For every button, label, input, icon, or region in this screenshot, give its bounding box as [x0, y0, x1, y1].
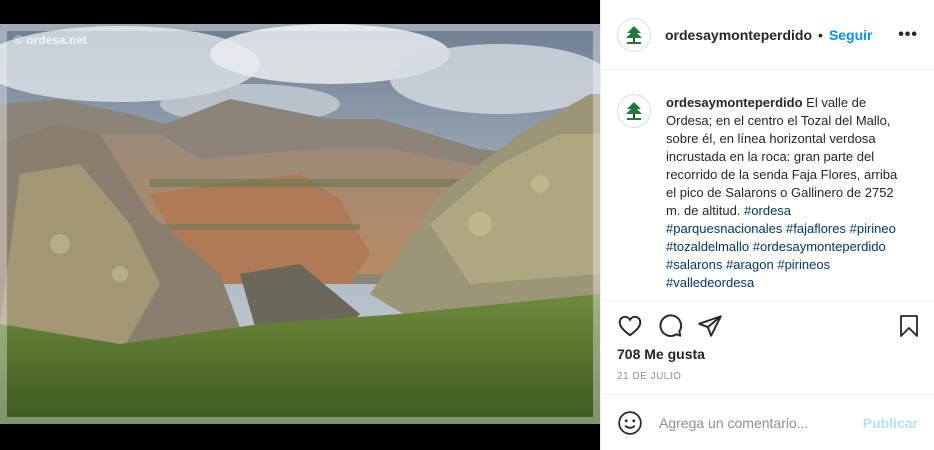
- photo-pane: © ordesa.net: [0, 0, 600, 450]
- caption-body: El valle de Ordesa; en el centro el Toza…: [666, 95, 898, 218]
- heart-icon[interactable]: [617, 313, 643, 339]
- tree-logo-icon: [626, 102, 642, 120]
- header-separator: •: [818, 26, 823, 43]
- post-date: 21 DE JULIO: [617, 371, 682, 382]
- hashtag[interactable]: #tozaldelmallo: [666, 239, 749, 254]
- caption-username[interactable]: ordesaymonteperdido: [666, 95, 803, 110]
- hashtag[interactable]: #ordesa: [744, 203, 791, 218]
- bookmark-icon[interactable]: [897, 313, 921, 339]
- tree-logo-icon: [626, 25, 642, 44]
- caption-text: ordesaymonteperdido El valle de Ordesa; …: [666, 94, 910, 292]
- hashtag[interactable]: #aragon: [726, 257, 774, 272]
- hashtag[interactable]: #ordesaymonteperdido: [753, 239, 886, 254]
- avatar[interactable]: [617, 17, 651, 52]
- more-options-icon[interactable]: •••: [898, 26, 918, 44]
- hashtag[interactable]: #pirineo: [850, 221, 896, 236]
- comment-box: Agrega un comentario... Publicar: [601, 394, 934, 450]
- post-header: ordesaymonteperdido • Seguir •••: [601, 0, 934, 70]
- hashtag[interactable]: #parquesnacionales: [666, 221, 782, 236]
- post-caption: ordesaymonteperdido El valle de Ordesa; …: [617, 94, 918, 292]
- likes-count[interactable]: 708 Me gusta: [617, 346, 705, 362]
- hashtag[interactable]: #salarons: [666, 257, 722, 272]
- follow-button[interactable]: Seguir: [829, 27, 873, 43]
- instagram-post-modal: © ordesa.net ordesaymonteperdido • Segui…: [0, 0, 934, 450]
- hashtag[interactable]: #pirineos: [777, 257, 830, 272]
- photo-watermark: © ordesa.net: [14, 33, 87, 47]
- paper-plane-icon[interactable]: [697, 313, 723, 339]
- publish-button[interactable]: Publicar: [863, 415, 918, 431]
- smiley-icon[interactable]: [617, 410, 643, 436]
- comment-input[interactable]: Agrega un comentario...: [659, 415, 863, 431]
- hashtag[interactable]: #fajaflores: [786, 221, 846, 236]
- action-bar: [601, 300, 934, 346]
- caption-avatar[interactable]: [617, 94, 651, 128]
- hashtag[interactable]: #valledeordesa: [666, 275, 754, 290]
- post-sidebar: ordesaymonteperdido • Seguir ••• ordesay…: [600, 0, 934, 450]
- post-photo[interactable]: [0, 24, 600, 424]
- header-username[interactable]: ordesaymonteperdido: [665, 27, 812, 43]
- comment-bubble-icon[interactable]: [657, 313, 683, 339]
